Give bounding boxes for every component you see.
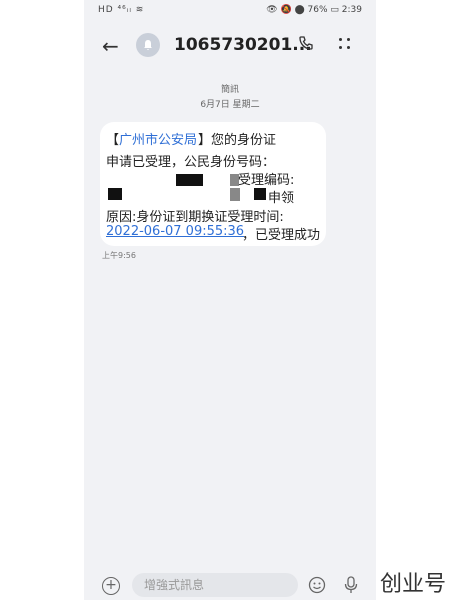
message-line-3: 受理编码:	[238, 173, 295, 188]
conversation-header: ← 1065730201...	[84, 26, 376, 66]
composer-bar: + 增強式訊息	[84, 570, 376, 600]
back-arrow-icon[interactable]: ←	[102, 34, 119, 58]
message-line-4: 申领	[268, 191, 295, 206]
message-line-1: 】您的身份证	[198, 133, 277, 148]
timestamp-link[interactable]: 2022-06-07 09:55:36	[106, 224, 244, 239]
message-date: 6月7日 星期二	[200, 100, 260, 110]
message-line-2: 申请已受理，公民身份号码：	[106, 155, 276, 170]
more-options-icon[interactable]	[338, 37, 352, 51]
add-attachment-icon[interactable]: +	[102, 577, 120, 595]
sim-label: 簡訊	[220, 85, 239, 95]
status-left: HD ⁴⁶ᵢₗ ≋	[98, 5, 145, 15]
message-input[interactable]: 增強式訊息	[132, 573, 298, 597]
redaction-block	[176, 174, 203, 186]
status-right: 👁 🔕 ⬤ 76% ▭ 2:39	[266, 5, 362, 15]
message-time: 上午9:56	[102, 251, 136, 260]
redaction-block	[254, 188, 266, 200]
contact-number: 1065730201...	[174, 35, 312, 55]
phone-call-icon[interactable]	[298, 35, 314, 55]
emoji-icon[interactable]	[308, 576, 326, 598]
redaction-block	[108, 188, 122, 200]
watermark: 创业号	[380, 572, 447, 597]
status-bar: HD ⁴⁶ᵢₗ ≋ 👁 🔕 ⬤ 76% ▭ 2:39	[84, 0, 376, 22]
avatar[interactable]	[136, 33, 160, 57]
message-line-7: ，已受理成功	[242, 228, 321, 243]
message-bubble[interactable]: 【 广州市公安局 】您的身份证 申请已受理，公民身份号码： 受理编码: 申领 原…	[100, 122, 326, 246]
bracket-open: 【	[106, 133, 120, 148]
redaction-block	[230, 188, 240, 201]
message-line-5: 原因:身份证到期换证受理时间:	[106, 210, 284, 225]
bell-icon	[144, 40, 152, 51]
phone-screen: HD ⁴⁶ᵢₗ ≋ 👁 🔕 ⬤ 76% ▭ 2:39 ← 1065730201.…	[84, 0, 376, 600]
microphone-icon[interactable]	[344, 576, 358, 598]
agency-link[interactable]: 广州市公安局	[119, 129, 197, 148]
